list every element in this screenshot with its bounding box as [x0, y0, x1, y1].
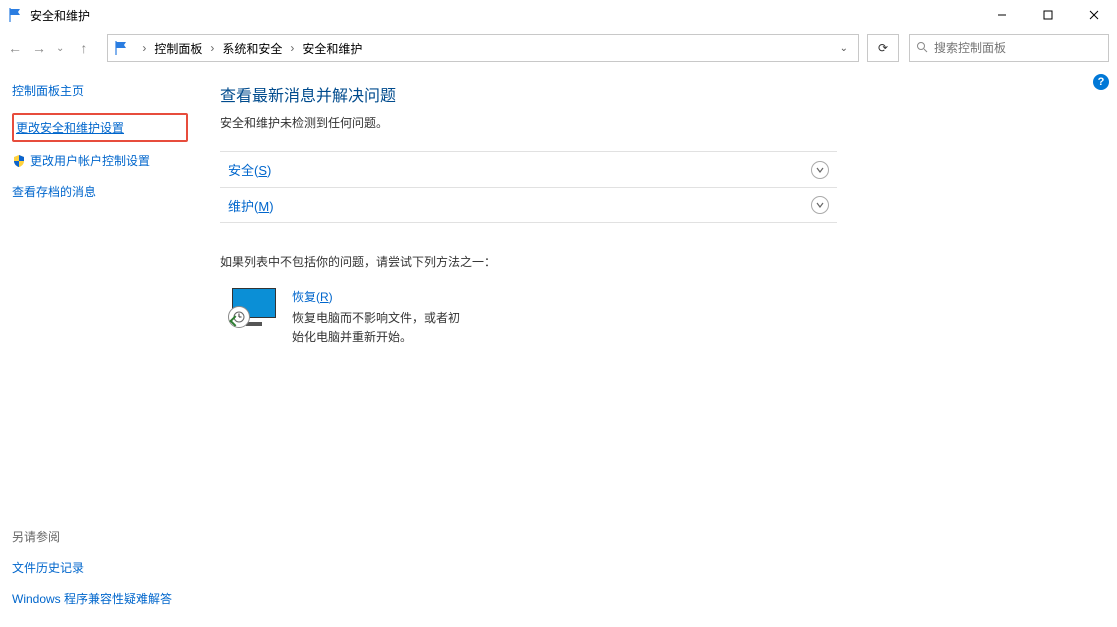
- address-bar[interactable]: › 控制面板 › 系统和安全 › 安全和维护 ⌄: [107, 34, 859, 62]
- sidebar-uac-label: 更改用户帐户控制设置: [30, 152, 150, 169]
- up-button[interactable]: ↑: [80, 40, 87, 56]
- window-controls: [979, 0, 1117, 30]
- flag-icon: [8, 7, 24, 23]
- back-button[interactable]: ←: [8, 40, 22, 56]
- sidebar-archived-link[interactable]: 查看存档的消息: [12, 183, 188, 200]
- refresh-button[interactable]: ⟳: [867, 34, 899, 62]
- expander-security[interactable]: 安全(S): [220, 151, 837, 187]
- sidebar-file-history-link[interactable]: 文件历史记录: [12, 559, 188, 576]
- window-title: 安全和维护: [30, 7, 90, 24]
- chevron-down-icon: [811, 196, 829, 214]
- recovery-link[interactable]: 恢复(R): [292, 288, 462, 305]
- breadcrumb-sep: ›: [138, 41, 150, 55]
- navigation-bar: ← → ⌄ ↑ › 控制面板 › 系统和安全 › 安全和维护 ⌄ ⟳: [0, 30, 1117, 66]
- recovery-icon: [228, 288, 276, 328]
- sidebar-home-link[interactable]: 控制面板主页: [12, 82, 188, 99]
- expander-maintenance-label: 维护(M): [228, 196, 274, 215]
- flag-icon: [114, 40, 130, 56]
- expander-security-label: 安全(S): [228, 160, 271, 179]
- nav-arrows: ← → ⌄ ↑: [8, 40, 103, 56]
- breadcrumb-item-1[interactable]: 系统和安全: [222, 40, 282, 57]
- search-icon: [916, 41, 928, 56]
- minimize-button[interactable]: [979, 0, 1025, 30]
- recovery-section: 恢复(R) 恢复电脑而不影响文件，或者初始化电脑并重新开始。: [220, 288, 837, 347]
- sidebar-change-settings-link[interactable]: 更改安全和维护设置: [12, 113, 188, 142]
- recovery-description: 恢复电脑而不影响文件，或者初始化电脑并重新开始。: [292, 309, 462, 347]
- breadcrumb-item-2[interactable]: 安全和维护: [302, 40, 362, 57]
- close-button[interactable]: [1071, 0, 1117, 30]
- search-box[interactable]: [909, 34, 1109, 62]
- page-heading: 查看最新消息并解决问题: [220, 82, 837, 106]
- sidebar: 控制面板主页 更改安全和维护设置 更改用户帐户控制设置 查看存档的消息 另请参阅…: [0, 66, 200, 627]
- chevron-down-icon: [811, 161, 829, 179]
- forward-button[interactable]: →: [32, 40, 46, 56]
- history-dropdown-icon[interactable]: ⌄: [56, 43, 64, 54]
- main-content: 查看最新消息并解决问题 安全和维护未检测到任何问题。 安全(S) 维护(M) 如…: [200, 66, 1117, 627]
- sidebar-compat-troubleshoot-link[interactable]: Windows 程序兼容性疑难解答: [12, 590, 188, 607]
- troubleshoot-note: 如果列表中不包括你的问题，请尝试下列方法之一：: [220, 253, 837, 270]
- page-subtext: 安全和维护未检测到任何问题。: [220, 114, 837, 131]
- shield-icon: [12, 154, 26, 168]
- sidebar-uac-link[interactable]: 更改用户帐户控制设置: [12, 152, 188, 169]
- breadcrumb-sep: ›: [286, 41, 298, 55]
- expander-maintenance[interactable]: 维护(M): [220, 187, 837, 223]
- maximize-button[interactable]: [1025, 0, 1071, 30]
- chevron-down-icon[interactable]: ⌄: [836, 43, 852, 54]
- title-bar: 安全和维护: [0, 0, 1117, 30]
- breadcrumb-item-0[interactable]: 控制面板: [154, 40, 202, 57]
- search-input[interactable]: [934, 41, 1102, 55]
- breadcrumb-sep: ›: [206, 41, 218, 55]
- refresh-icon: ⟳: [878, 41, 888, 55]
- sidebar-see-also-heading: 另请参阅: [12, 528, 188, 545]
